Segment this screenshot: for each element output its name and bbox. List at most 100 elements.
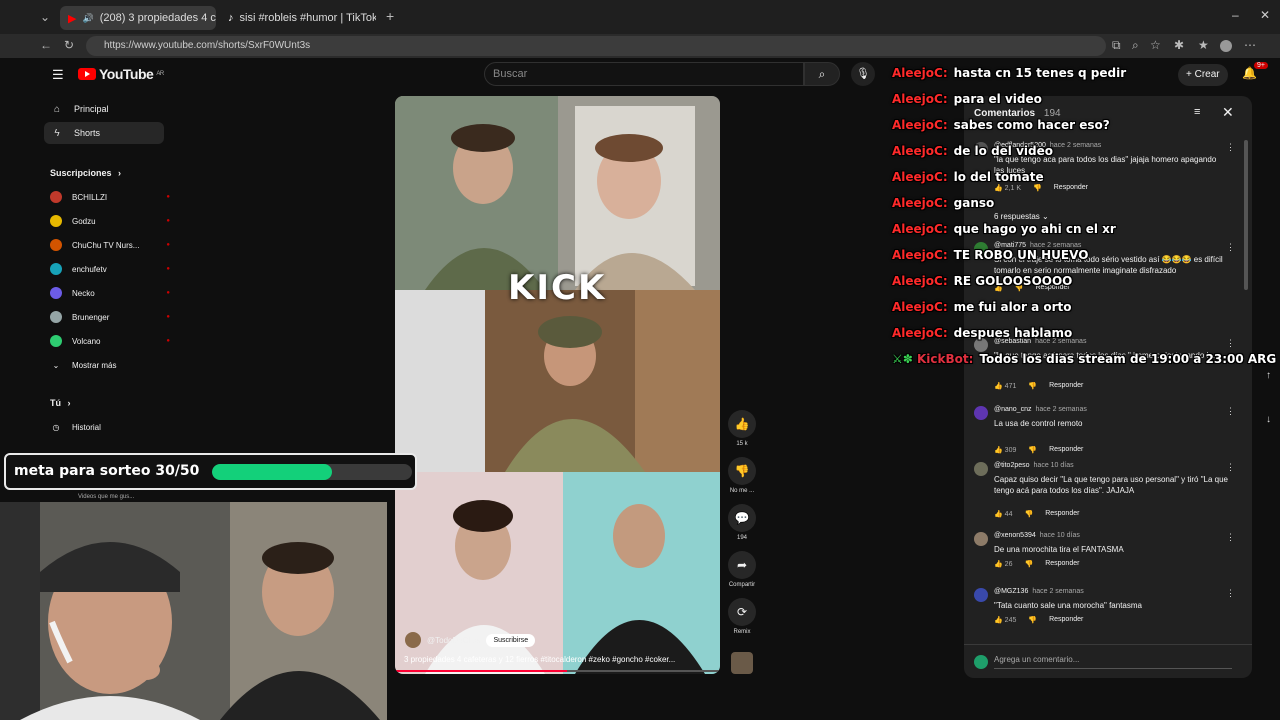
like-icon[interactable]: 👍 bbox=[728, 410, 756, 438]
commenter-avatar[interactable] bbox=[974, 462, 988, 476]
like-comment-button[interactable]: 👍 309 bbox=[994, 446, 1016, 454]
reload-icon[interactable]: ↻ bbox=[64, 38, 74, 52]
commenter-handle[interactable]: @MGZ136 bbox=[994, 588, 1028, 595]
commenter-avatar[interactable] bbox=[974, 338, 988, 352]
show-more-button[interactable]: ⌄ Mostrar más bbox=[50, 356, 170, 374]
video-progress-bar[interactable] bbox=[395, 670, 720, 672]
bookmark-star-icon[interactable]: ☆ bbox=[1150, 38, 1161, 52]
speaker-icon[interactable]: 🔊 bbox=[82, 13, 93, 24]
close-icon[interactable]: ✕ bbox=[1222, 104, 1234, 121]
reply-button[interactable]: Responder bbox=[1045, 560, 1079, 568]
your-videos-label[interactable]: Videos que me gus... bbox=[78, 494, 134, 500]
channel-name[interactable]: @TodoDeClips bbox=[427, 636, 480, 645]
like-comment-button[interactable]: 👍 245 bbox=[994, 616, 1016, 624]
commenter-avatar[interactable] bbox=[974, 406, 988, 420]
search-input[interactable]: Buscar bbox=[484, 62, 804, 86]
close-window-icon[interactable]: ✕ bbox=[1260, 8, 1270, 22]
commenter-handle[interactable]: @nano_cnz bbox=[994, 406, 1031, 413]
commenter-handle[interactable]: @tito2peso bbox=[994, 462, 1030, 469]
more-options-icon[interactable]: ⋮ bbox=[1226, 588, 1235, 599]
like-comment-button[interactable]: 👍 2,1 K bbox=[994, 184, 1021, 192]
comments-action[interactable]: 💬 194 bbox=[724, 504, 760, 541]
remix-action[interactable]: ⟳ Remix bbox=[724, 598, 760, 635]
more-options-icon[interactable]: ⋮ bbox=[1226, 532, 1235, 543]
url-field[interactable]: https://www.youtube.com/shorts/SxrF0WUnt… bbox=[86, 36, 1106, 56]
shorts-video-player[interactable]: KICK @TodoDeClips Suscribirse 3 propieda… bbox=[395, 96, 720, 674]
like-comment-button[interactable]: 👍 26 bbox=[994, 560, 1012, 568]
browser-tab-bar: ⌄ ▶ 🔊 (208) 3 propiedades 4 cafeter... ✕… bbox=[0, 0, 1280, 34]
chat-username: AleejoC: bbox=[892, 66, 948, 80]
remix-icon[interactable]: ⟳ bbox=[728, 598, 756, 626]
like-comment-button[interactable]: 👍 44 bbox=[994, 510, 1012, 518]
more-options-icon[interactable]: ⋮ bbox=[1226, 242, 1235, 253]
subscription-item[interactable]: Volcano ● bbox=[50, 332, 170, 350]
subscribe-button[interactable]: Suscribirse bbox=[486, 633, 536, 647]
dislike-comment-icon[interactable]: 👎 bbox=[1024, 560, 1033, 568]
dislike-comment-icon[interactable]: 👎 bbox=[1028, 446, 1037, 454]
subscriptions-heading[interactable]: Suscripciones › bbox=[50, 168, 121, 178]
more-options-icon[interactable]: ⋮ bbox=[1226, 142, 1235, 153]
commenter-avatar[interactable] bbox=[974, 588, 988, 602]
dislike-action[interactable]: 👎 No me ... bbox=[724, 457, 760, 494]
like-action[interactable]: 👍 15 k bbox=[724, 410, 760, 447]
subscription-item[interactable]: Godzu ● bbox=[50, 212, 170, 230]
search-button[interactable]: ⌕ bbox=[804, 62, 840, 86]
more-options-icon[interactable]: ⋮ bbox=[1226, 338, 1235, 349]
chat-text: que hago yo ahi cn el xr bbox=[953, 222, 1116, 236]
tab-youtube[interactable]: ▶ 🔊 (208) 3 propiedades 4 cafeter... ✕ bbox=[60, 6, 216, 30]
channel-avatar[interactable] bbox=[405, 632, 421, 648]
reply-button[interactable]: Responder bbox=[1054, 184, 1088, 192]
comments-scrollbar[interactable] bbox=[1244, 140, 1248, 290]
dislike-comment-icon[interactable]: 👎 bbox=[1033, 184, 1042, 192]
extensions-icon[interactable]: ✱ bbox=[1174, 38, 1184, 52]
back-icon[interactable]: ← bbox=[40, 38, 52, 52]
dislike-comment-icon[interactable]: 👎 bbox=[1024, 510, 1033, 518]
comments-icon[interactable]: 💬 bbox=[728, 504, 756, 532]
add-comment-input[interactable]: Agrega un comentario... bbox=[994, 655, 1232, 669]
sidebar-item-shorts[interactable]: ϟ Shorts bbox=[44, 122, 164, 144]
subscription-item[interactable]: Brunenger ● bbox=[50, 308, 170, 326]
more-options-icon[interactable]: ⋮ bbox=[1226, 462, 1235, 473]
commenter-avatar[interactable] bbox=[974, 532, 988, 546]
zoom-icon[interactable]: ⌕ bbox=[1132, 38, 1139, 53]
youtube-logo[interactable]: YouTube AR bbox=[78, 66, 164, 82]
share-icon[interactable]: ➦ bbox=[728, 551, 756, 579]
new-tab-icon[interactable]: + bbox=[386, 8, 394, 24]
dislike-comment-icon[interactable]: 👎 bbox=[1028, 382, 1037, 390]
like-comment-button[interactable]: 👍 471 bbox=[994, 382, 1016, 390]
sidebar-item-home[interactable]: ⌂ Principal bbox=[44, 98, 164, 120]
create-button[interactable]: + Crear bbox=[1178, 64, 1228, 86]
commenter-handle[interactable]: @xenon5394 bbox=[994, 532, 1036, 539]
subscription-item[interactable]: BCHILLZI ● bbox=[50, 188, 170, 206]
tab-tiktok[interactable]: ♪ sisi #robleis #humor | TikTok ✕ bbox=[220, 6, 376, 30]
view-replies-button[interactable]: 6 respuestas ⌄ bbox=[994, 212, 1049, 221]
more-options-icon[interactable]: ⋮ bbox=[1226, 406, 1235, 417]
reply-button[interactable]: Responder bbox=[1049, 446, 1083, 454]
subscription-item[interactable]: enchufetv ● bbox=[50, 260, 170, 278]
profile-avatar[interactable] bbox=[1220, 40, 1232, 52]
menu-dots-icon[interactable]: ⋯ bbox=[1244, 38, 1256, 52]
sidebar: ⌂ Principal ϟ Shorts Suscripciones › BCH… bbox=[36, 96, 176, 456]
tab-list-icon[interactable]: ⌄ bbox=[40, 10, 50, 24]
minimize-icon[interactable]: – bbox=[1232, 8, 1239, 22]
dislike-comment-icon[interactable]: 👎 bbox=[1028, 616, 1037, 624]
reply-button[interactable]: Responder bbox=[1049, 382, 1083, 390]
dislike-icon[interactable]: 👎 bbox=[728, 457, 756, 485]
voice-search-button[interactable]: 🎙 bbox=[851, 62, 875, 86]
video-title[interactable]: 3 propiedades 4 cafeteras y 12 fierros #… bbox=[404, 655, 704, 664]
comment-likes: 44 bbox=[1004, 511, 1013, 518]
reply-button[interactable]: Responder bbox=[1049, 616, 1083, 624]
subscription-item[interactable]: ChuChu TV Nurs... ● bbox=[50, 236, 170, 254]
scroll-up-arrow-icon[interactable]: ↑ bbox=[1266, 370, 1271, 381]
sidebar-item-history[interactable]: ◷ Historial bbox=[50, 418, 170, 436]
sort-icon[interactable]: ≡ bbox=[1194, 106, 1200, 118]
share-action[interactable]: ➦ Compartir bbox=[724, 551, 760, 588]
hamburger-menu-icon[interactable]: ☰ bbox=[52, 67, 64, 83]
you-heading[interactable]: Tú › bbox=[50, 398, 71, 408]
scroll-down-arrow-icon[interactable]: ↓ bbox=[1266, 414, 1271, 425]
favorites-icon[interactable]: ★ bbox=[1198, 38, 1209, 52]
subscription-item[interactable]: Necko ● bbox=[50, 284, 170, 302]
reply-button[interactable]: Responder bbox=[1045, 510, 1079, 518]
install-icon[interactable]: ⧉ bbox=[1112, 38, 1121, 53]
audio-thumbnail[interactable] bbox=[731, 652, 753, 674]
